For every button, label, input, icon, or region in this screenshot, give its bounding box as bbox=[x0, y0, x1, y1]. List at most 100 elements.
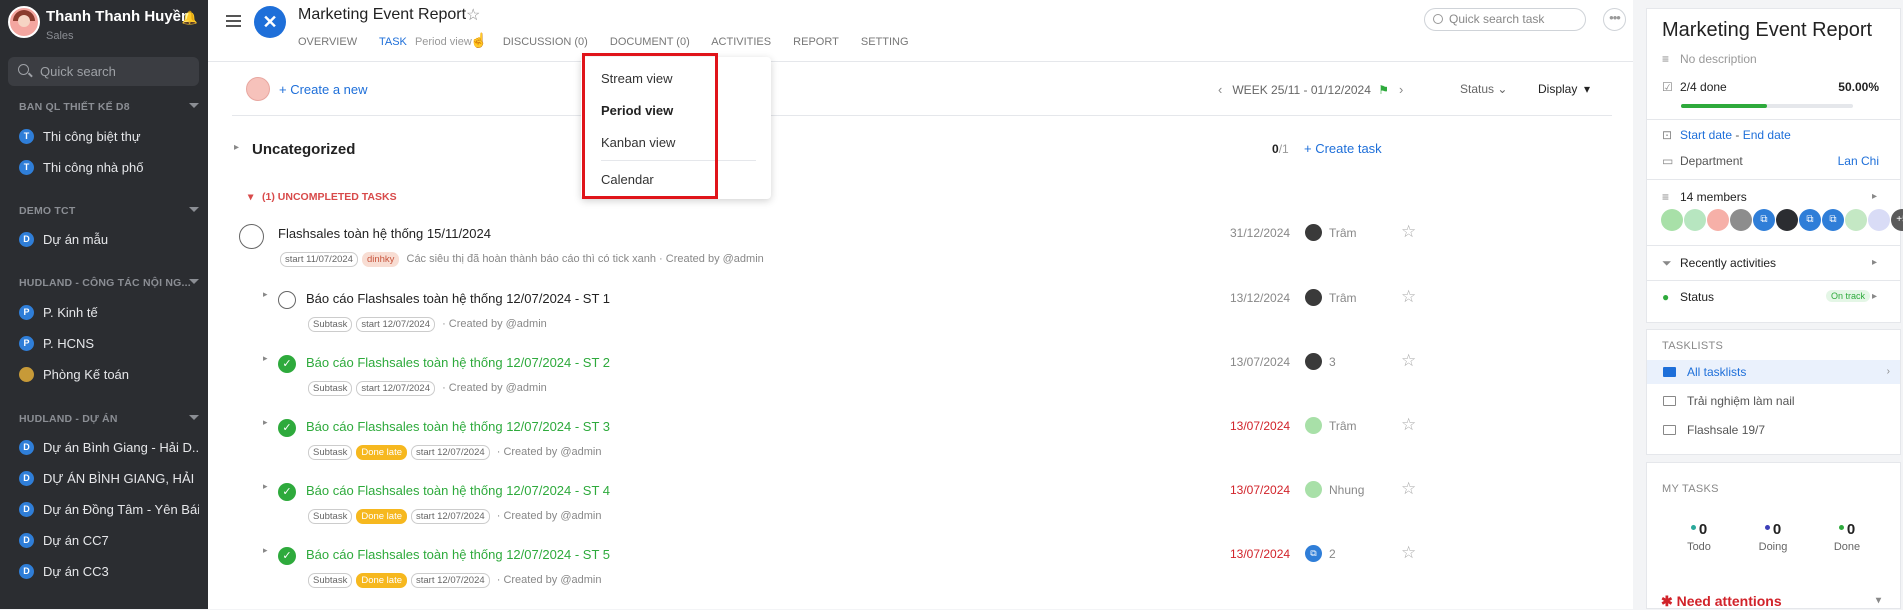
tab-report[interactable]: REPORT bbox=[793, 36, 839, 48]
star-icon[interactable]: ☆ bbox=[1401, 222, 1416, 242]
user-profile[interactable]: Thanh Thanh Huyền Sales 🔔 bbox=[8, 6, 200, 44]
task-name[interactable]: Báo cáo Flashsales toàn hệ thống 12/07/2… bbox=[306, 355, 610, 370]
sidebar-item[interactable]: Phòng Kế toán bbox=[19, 366, 199, 386]
check-icon[interactable]: ✓ bbox=[278, 419, 296, 437]
sidebar-search-input[interactable]: Quick search bbox=[8, 57, 199, 86]
star-icon[interactable]: ☆ bbox=[1401, 351, 1416, 371]
task-checkbox[interactable] bbox=[239, 224, 264, 249]
chevron-left-icon[interactable]: ‹ bbox=[1218, 82, 1222, 97]
start-date[interactable]: Start date bbox=[1680, 128, 1732, 142]
member-avatars[interactable]: ⧉⧉⧉+5 bbox=[1661, 209, 1903, 233]
done-late-badge: Done late bbox=[356, 573, 407, 588]
sidebar-item[interactable]: D Dự án CC7 bbox=[19, 532, 199, 552]
sidebar-group[interactable]: HUDLAND - CÔNG TÁC NỘI NG... bbox=[19, 277, 199, 289]
task-row[interactable]: ▸ ✓ Báo cáo Flashsales toàn hệ thống 12/… bbox=[208, 413, 1618, 471]
sidebar-item[interactable]: T Thi công nhà phố bbox=[19, 159, 199, 179]
task-checkbox[interactable] bbox=[278, 291, 296, 309]
display-dropdown[interactable]: Display ▾ bbox=[1538, 82, 1590, 96]
tasklist-item[interactable]: Trải nghiệm làm nail bbox=[1647, 389, 1900, 413]
doing-stat[interactable]: 0 Doing bbox=[1743, 521, 1803, 553]
project-badge-icon: D bbox=[19, 232, 34, 248]
star-icon[interactable]: ☆ bbox=[1401, 543, 1416, 563]
bell-icon[interactable]: 🔔 bbox=[182, 10, 198, 26]
sidebar-item[interactable]: D Dự án Đồng Tâm - Yên Bái bbox=[19, 501, 199, 521]
star-icon[interactable]: ☆ bbox=[1401, 479, 1416, 499]
caret-right-icon[interactable]: ▸ bbox=[263, 417, 268, 428]
dates-row[interactable]: ⊡ Start date - End date bbox=[1662, 128, 1887, 142]
status-filter-dropdown[interactable]: Status ⌄ bbox=[1460, 82, 1507, 96]
caret-right-icon[interactable]: ▸ bbox=[234, 142, 239, 153]
group-title: BAN QL THIẾT KẾ D8 bbox=[19, 101, 130, 113]
tab-activities[interactable]: ACTIVITIES bbox=[711, 36, 771, 48]
tasklist-item[interactable]: Flashsale 19/7 bbox=[1647, 418, 1900, 442]
create-new-task-button[interactable]: + Create a new bbox=[279, 82, 368, 97]
check-icon[interactable]: ✓ bbox=[278, 483, 296, 501]
check-icon[interactable]: ✓ bbox=[278, 547, 296, 565]
star-icon[interactable]: ☆ bbox=[1401, 287, 1416, 307]
sidebar-item[interactable]: D Dự án mẫu bbox=[19, 231, 199, 251]
department-value[interactable]: Lan Chi bbox=[1838, 154, 1879, 168]
assignee-name: Trâm bbox=[1329, 419, 1357, 433]
group-title: HUDLAND - DỰ ÁN bbox=[19, 413, 118, 425]
department-row[interactable]: ▭ Department Lan Chi bbox=[1662, 154, 1887, 168]
quick-search-task-input[interactable]: Quick search task bbox=[1424, 8, 1586, 31]
task-name[interactable]: Báo cáo Flashsales toàn hệ thống 12/07/2… bbox=[306, 291, 610, 306]
tasklist-label: Trải nghiệm làm nail bbox=[1687, 394, 1795, 408]
tasklist-item[interactable]: All tasklists › bbox=[1647, 360, 1900, 384]
star-icon[interactable]: ☆ bbox=[1401, 415, 1416, 435]
caret-right-icon[interactable]: ▸ bbox=[263, 289, 268, 300]
more-options-button[interactable]: ••• bbox=[1603, 8, 1626, 31]
avatar bbox=[1684, 209, 1706, 231]
need-attentions-header[interactable]: ✱ Need attentions ▾ bbox=[1661, 593, 1881, 610]
task-name[interactable]: Flashsales toàn hệ thống 15/11/2024 bbox=[278, 226, 491, 241]
sidebar-group[interactable]: DEMO TCT bbox=[19, 205, 199, 217]
tab-overview[interactable]: OVERVIEW bbox=[298, 36, 357, 48]
more-members-badge[interactable]: +5 bbox=[1891, 209, 1903, 231]
caret-right-icon[interactable]: ▸ bbox=[263, 545, 268, 556]
task-name[interactable]: Báo cáo Flashsales toàn hệ thống 12/07/2… bbox=[306, 547, 610, 562]
caret-down-icon[interactable] bbox=[189, 207, 199, 212]
sidebar-item[interactable]: D DỰ ÁN BÌNH GIANG, HẢI ... bbox=[19, 470, 199, 490]
chevron-right-icon[interactable]: › bbox=[1399, 82, 1403, 97]
sidebar-item[interactable]: P P. HCNS bbox=[19, 335, 199, 355]
star-icon[interactable]: ☆ bbox=[466, 5, 480, 25]
sidebar-group[interactable]: HUDLAND - DỰ ÁN bbox=[19, 413, 199, 425]
task-row[interactable]: ▸ Báo cáo Flashsales toàn hệ thống 12/07… bbox=[208, 285, 1618, 343]
avatar bbox=[1305, 417, 1322, 434]
tab-discussion[interactable]: DISCUSSION (0) bbox=[503, 36, 588, 48]
status-row[interactable]: ● Status On track ▸ bbox=[1662, 290, 1887, 304]
sidebar-item[interactable]: P P. Kinh tế bbox=[19, 304, 199, 324]
sidebar-item[interactable]: T Thi công biệt thự bbox=[19, 128, 199, 148]
task-name[interactable]: Báo cáo Flashsales toàn hệ thống 12/07/2… bbox=[306, 419, 610, 434]
end-date[interactable]: End date bbox=[1743, 128, 1791, 142]
avatar bbox=[1730, 209, 1752, 231]
task-row[interactable]: ▸ ✓ Báo cáo Flashsales toàn hệ thống 12/… bbox=[208, 477, 1618, 535]
uncompleted-tasks-header[interactable]: ▾ (1) UNCOMPLETED TASKS bbox=[248, 191, 397, 203]
caret-down-icon[interactable] bbox=[189, 415, 199, 420]
tab-task[interactable]: TASK bbox=[379, 36, 407, 48]
members-row[interactable]: ≡ 14 members ▸ bbox=[1662, 190, 1887, 204]
description-row[interactable]: ≡ No description bbox=[1662, 52, 1887, 66]
task-name[interactable]: Báo cáo Flashsales toàn hệ thống 12/07/2… bbox=[306, 483, 610, 498]
caret-right-icon[interactable]: ▸ bbox=[263, 481, 268, 492]
caret-down-icon[interactable] bbox=[189, 103, 199, 108]
todo-stat[interactable]: 0 Todo bbox=[1669, 521, 1729, 553]
caret-right-icon[interactable]: ▸ bbox=[263, 353, 268, 364]
sidebar-item[interactable]: D Dự án CC3 bbox=[19, 563, 199, 583]
tab-setting[interactable]: SETTING bbox=[861, 36, 909, 48]
task-view-label[interactable]: Period view bbox=[415, 36, 472, 48]
sidebar-group[interactable]: BAN QL THIẾT KẾ D8 bbox=[19, 101, 199, 113]
task-row[interactable]: Flashsales toàn hệ thống 15/11/2024 star… bbox=[208, 220, 1618, 278]
done-stat[interactable]: 0 Done bbox=[1817, 521, 1877, 553]
task-row[interactable]: ▸ ✓ Báo cáo Flashsales toàn hệ thống 12/… bbox=[208, 541, 1618, 599]
sidebar-item[interactable]: D Dự án Bình Giang - Hải D... bbox=[19, 439, 199, 459]
task-row[interactable]: ▸ ✓ Báo cáo Flashsales toàn hệ thống 12/… bbox=[208, 349, 1618, 407]
tab-document[interactable]: DOCUMENT (0) bbox=[610, 36, 690, 48]
hamburger-menu-icon[interactable] bbox=[226, 15, 241, 27]
done-count: 0 bbox=[1846, 521, 1856, 538]
recent-activities-row[interactable]: ⏷ Recently activities ▸ bbox=[1662, 256, 1887, 271]
caret-down-icon[interactable] bbox=[189, 279, 199, 284]
create-task-button[interactable]: + Create task bbox=[1304, 141, 1382, 156]
avatar[interactable] bbox=[8, 6, 40, 38]
check-icon[interactable]: ✓ bbox=[278, 355, 296, 373]
